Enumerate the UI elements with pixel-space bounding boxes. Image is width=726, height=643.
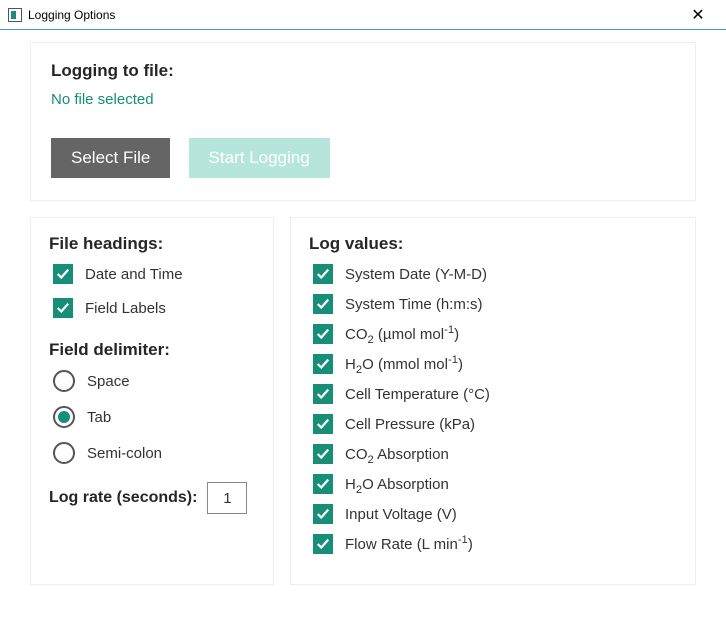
radio-tab[interactable]: Tab — [53, 406, 255, 428]
checkbox-label: Cell Pressure (kPa) — [345, 416, 475, 433]
checkbox-date-time[interactable]: Date and Time — [53, 264, 255, 284]
checkbox-co2-absorption[interactable]: CO2 Absorption — [313, 444, 677, 464]
file-headings-heading: File headings: — [49, 234, 255, 254]
checkbox-cell-temp[interactable]: Cell Temperature (°C) — [313, 384, 677, 404]
radio-label: Space — [87, 373, 130, 390]
check-icon — [313, 414, 333, 434]
checkbox-label: H2O (mmol mol-1) — [345, 356, 463, 373]
radio-icon — [53, 406, 75, 428]
file-status: No file selected — [51, 91, 675, 108]
checkbox-label: Field Labels — [85, 300, 166, 317]
radio-icon — [53, 370, 75, 392]
logging-to-file-heading: Logging to file: — [51, 61, 675, 81]
radio-space[interactable]: Space — [53, 370, 255, 392]
checkbox-label: CO2 (µmol mol-1) — [345, 326, 459, 343]
app-icon — [8, 8, 22, 22]
checkbox-h2o-absorption[interactable]: H2O Absorption — [313, 474, 677, 494]
log-rate-input[interactable] — [207, 482, 247, 514]
radio-label: Semi-colon — [87, 445, 162, 462]
checkbox-label: Input Voltage (V) — [345, 506, 457, 523]
radio-icon — [53, 442, 75, 464]
check-icon — [313, 324, 333, 344]
checkbox-label: CO2 Absorption — [345, 446, 449, 463]
radio-label: Tab — [87, 409, 111, 426]
checkbox-flow-rate[interactable]: Flow Rate (L min-1) — [313, 534, 677, 554]
select-file-button[interactable]: Select File — [51, 138, 170, 178]
checkbox-cell-pressure[interactable]: Cell Pressure (kPa) — [313, 414, 677, 434]
check-icon — [313, 444, 333, 464]
checkbox-h2o[interactable]: H2O (mmol mol-1) — [313, 354, 677, 374]
checkbox-label: System Date (Y-M-D) — [345, 266, 487, 283]
checkbox-system-time[interactable]: System Time (h:m:s) — [313, 294, 677, 314]
checkbox-label: Flow Rate (L min-1) — [345, 536, 473, 553]
field-delimiter-heading: Field delimiter: — [49, 340, 255, 360]
log-rate-row: Log rate (seconds): — [49, 482, 255, 514]
left-panel: File headings: Date and Time Field Label… — [30, 217, 274, 585]
checkbox-label: System Time (h:m:s) — [345, 296, 483, 313]
checkbox-input-voltage[interactable]: Input Voltage (V) — [313, 504, 677, 524]
checkbox-label: H2O Absorption — [345, 476, 449, 493]
window-title: Logging Options — [28, 8, 678, 22]
checkbox-system-date[interactable]: System Date (Y-M-D) — [313, 264, 677, 284]
check-icon — [313, 264, 333, 284]
check-icon — [313, 534, 333, 554]
checkbox-co2[interactable]: CO2 (µmol mol-1) — [313, 324, 677, 344]
check-icon — [313, 354, 333, 374]
check-icon — [313, 504, 333, 524]
log-rate-label: Log rate (seconds): — [49, 489, 197, 507]
logging-to-file-panel: Logging to file: No file selected Select… — [30, 42, 696, 201]
checkbox-field-labels[interactable]: Field Labels — [53, 298, 255, 318]
right-panel: Log values: System Date (Y-M-D) System T… — [290, 217, 696, 585]
checkbox-label: Date and Time — [85, 266, 183, 283]
check-icon — [53, 298, 73, 318]
start-logging-button[interactable]: Start Logging — [189, 138, 330, 178]
close-icon[interactable]: ✕ — [678, 5, 718, 25]
radio-semi-colon[interactable]: Semi-colon — [53, 442, 255, 464]
check-icon — [313, 294, 333, 314]
check-icon — [313, 384, 333, 404]
checkbox-label: Cell Temperature (°C) — [345, 386, 490, 403]
content-area: Logging to file: No file selected Select… — [0, 30, 726, 585]
check-icon — [313, 474, 333, 494]
log-values-heading: Log values: — [309, 234, 677, 254]
check-icon — [53, 264, 73, 284]
titlebar: Logging Options ✕ — [0, 0, 726, 30]
